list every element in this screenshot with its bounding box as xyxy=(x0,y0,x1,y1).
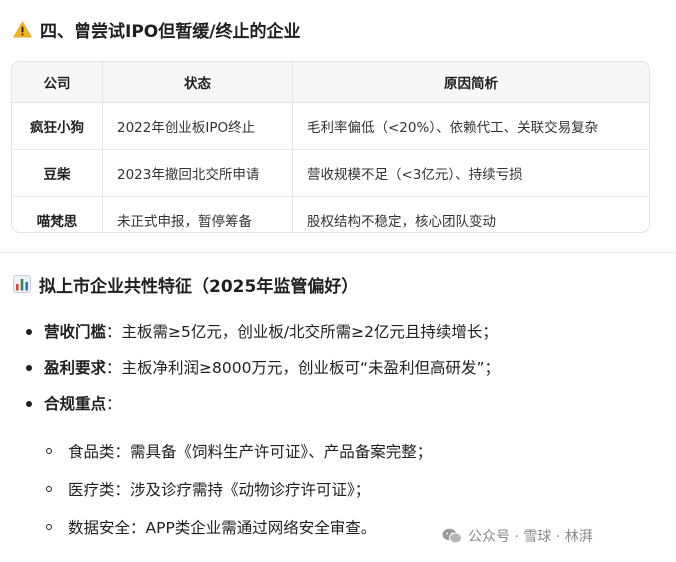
item-text: ： xyxy=(106,395,122,413)
section-divider xyxy=(0,252,676,253)
table-row: 疯狂小狗 2022年创业板IPO终止 毛利率偏低（<20%）、依赖代工、关联交易… xyxy=(12,102,649,150)
sub-list-item: 食品类：需具备《饲料生产许可证》、产品备案完整； xyxy=(46,442,432,462)
compliance-sublist: 食品类：需具备《饲料生产许可证》、产品备案完整； 医疗类：涉及诊疗需持《动物诊疗… xyxy=(46,442,432,538)
bullet-dot xyxy=(26,401,32,407)
reason-cell: 营收规模不足（<3亿元）、持续亏损 xyxy=(292,149,649,197)
reason-cell: 毛利率偏低（<20%）、依赖代工、关联交易复杂 xyxy=(292,102,649,150)
item-text: ：主板净利润≥8000万元，创业板可“未盈利但高研发”； xyxy=(106,359,501,377)
section-heading-ipo: 四、曾尝试IPO但暂缓/终止的企业 xyxy=(13,16,300,42)
watermark-text: 公众号 · 雪球 · 林湃 xyxy=(468,529,593,545)
list-item: 营收门槛：主板需≥5亿元，创业板/北交所需≥2亿元且持续增长； xyxy=(26,322,500,342)
item-label: 营收门槛 xyxy=(44,323,107,341)
bullet-dot xyxy=(26,365,32,371)
list-item: 盈利要求：主板净利润≥8000万元，创业板可“未盈利但高研发”； xyxy=(26,358,500,378)
warning-icon xyxy=(13,21,32,38)
hollow-bullet xyxy=(46,448,52,454)
company-cell: 喵梵思 xyxy=(12,196,103,232)
table-row: 喵梵思 未正式申报，暂停筹备 股权结构不稳定，核心团队变动 xyxy=(12,196,649,232)
company-cell: 豆柴 xyxy=(12,149,103,197)
watermark: 公众号 · 雪球 · 林湃 xyxy=(442,524,593,548)
list-item: 合规重点： xyxy=(26,394,500,414)
sub-list-item: 数据安全：APP类企业需通过网络安全审查。 xyxy=(46,518,432,538)
hollow-bullet xyxy=(46,524,52,530)
hollow-bullet xyxy=(46,486,52,492)
sub-list-item: 医疗类：涉及诊疗需持《动物诊疗许可证》； xyxy=(46,480,432,500)
feature-list: 营收门槛：主板需≥5亿元，创业板/北交所需≥2亿元且持续增长； 盈利要求：主板净… xyxy=(26,318,500,414)
status-cell: 未正式申报，暂停筹备 xyxy=(102,196,293,232)
bullet-dot xyxy=(26,329,32,335)
column-header-status: 状态 xyxy=(102,62,293,103)
section-title: 四、曾尝试IPO但暂缓/终止的企业 xyxy=(40,21,301,42)
reason-cell: 股权结构不稳定，核心团队变动 xyxy=(292,196,649,232)
table-header-row: 公司 状态 原因简析 xyxy=(12,62,649,103)
status-cell: 2023年撤回北交所申请 xyxy=(102,149,293,197)
section-title: 拟上市企业共性特征（2025年监管偏好） xyxy=(39,276,359,297)
section-heading-features: 拟上市企业共性特征（2025年监管偏好） xyxy=(13,271,358,297)
bar-chart-icon xyxy=(13,275,31,293)
item-label: 合规重点 xyxy=(44,395,107,413)
status-cell: 2022年创业板IPO终止 xyxy=(102,102,293,150)
company-cell: 疯狂小狗 xyxy=(30,120,84,136)
table-row: 豆柴 2023年撤回北交所申请 营收规模不足（<3亿元）、持续亏损 xyxy=(12,149,649,197)
column-header-company: 公司 xyxy=(12,62,103,103)
column-header-reason: 原因简析 xyxy=(292,62,649,103)
item-label: 盈利要求 xyxy=(44,359,107,377)
wechat-icon xyxy=(442,528,462,544)
item-text: ：主板需≥5亿元，创业板/北交所需≥2亿元且持续增长； xyxy=(106,323,498,341)
company-status-table: 公司 状态 原因简析 疯狂小狗 2022年创业板IPO终止 毛利率偏低（<20%… xyxy=(11,61,650,233)
